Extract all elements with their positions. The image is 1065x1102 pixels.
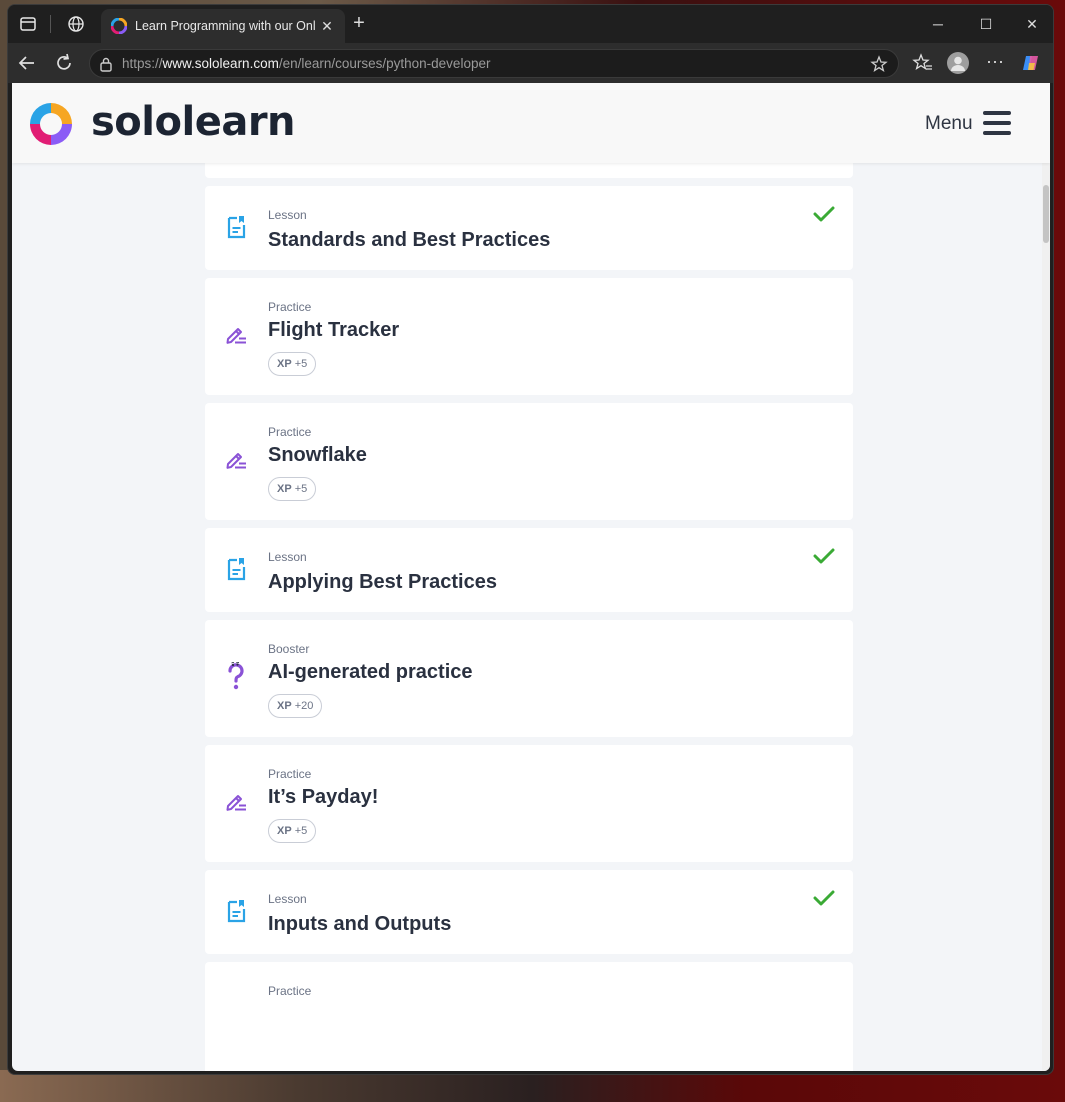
maximize-icon[interactable]: ☐	[976, 14, 996, 34]
xp-label: XP	[277, 358, 292, 370]
completed-check-icon	[813, 889, 835, 907]
menu-label: Menu	[925, 113, 973, 134]
sidebar-toggle-icon[interactable]	[18, 14, 38, 34]
item-title: Flight Tracker	[268, 319, 400, 341]
tab-title: Learn Programming with our Online	[135, 19, 315, 33]
browser-window: Learn Programming with our Online ✕ + ─ …	[7, 4, 1054, 1075]
lesson-document-icon	[223, 556, 249, 582]
menu-button[interactable]: Menu	[925, 109, 1015, 139]
course-item-list: PracticeAnd the Winner is ...XP+5LessonS…	[205, 83, 853, 1071]
course-item-card[interactable]: Lesson Inputs and Outputs	[205, 870, 853, 954]
lock-icon[interactable]	[99, 56, 113, 72]
course-item-card[interactable]: Booster AI-generated practice XP +20	[205, 620, 853, 737]
item-title: Inputs and Outputs	[268, 913, 452, 935]
xp-badge: XP +20	[268, 694, 323, 718]
item-type-label: Practice	[268, 300, 312, 314]
xp-value: +5	[294, 825, 308, 837]
address-bar[interactable]: https://www.sololearn.com/en/learn/cours…	[89, 49, 899, 78]
favorites-icon[interactable]	[912, 52, 934, 74]
booster-question-icon	[223, 661, 249, 690]
navigation-bar: https://www.sololearn.com/en/learn/cours…	[8, 43, 1053, 83]
xp-value: +20	[294, 700, 314, 712]
lesson-document-icon	[223, 214, 249, 240]
close-window-icon[interactable]: ✕	[1022, 14, 1042, 34]
course-item-card[interactable]: Lesson Standards and Best Practices	[205, 186, 853, 270]
favorite-star-icon[interactable]	[870, 55, 888, 73]
sololearn-logo-icon[interactable]	[26, 99, 76, 149]
course-item-card[interactable]: Practice Flight Tracker XP +5	[205, 278, 853, 395]
url-host: www.sololearn.com	[162, 56, 279, 71]
item-title: Snowflake	[268, 444, 367, 466]
item-title: AI-generated practice	[268, 661, 473, 683]
practice-pencil-icon	[223, 447, 249, 473]
practice-pencil-icon	[223, 322, 249, 348]
more-options-icon[interactable]: ···	[984, 52, 1006, 74]
xp-label: XP	[277, 825, 292, 837]
site-header: sololearn Menu	[12, 83, 1050, 163]
lesson-document-icon	[223, 898, 249, 924]
item-type-label: Lesson	[268, 550, 307, 564]
item-title: Applying Best Practices	[268, 571, 497, 593]
xp-label: XP	[277, 483, 292, 495]
course-item-card[interactable]: Lesson Applying Best Practices	[205, 528, 853, 612]
scrollbar-thumb[interactable]	[1043, 185, 1049, 243]
course-item-card[interactable]: Practice Snowflake XP +5	[205, 403, 853, 520]
minimize-icon[interactable]: ─	[928, 14, 948, 34]
logo-wordmark[interactable]: sololearn	[91, 99, 296, 145]
item-title: Standards and Best Practices	[268, 229, 551, 251]
course-item-card[interactable]: Practice	[205, 962, 853, 1071]
item-title: It’s Payday!	[268, 786, 379, 808]
title-bar: Learn Programming with our Online ✕ + ─ …	[8, 5, 1053, 43]
xp-value: +5	[294, 483, 308, 495]
copilot-icon[interactable]	[1020, 52, 1042, 74]
course-item-card[interactable]: Practice It’s Payday! XP +5	[205, 745, 853, 862]
item-type-label: Practice	[268, 425, 312, 439]
page-scrollbar[interactable]	[1042, 163, 1050, 1071]
tab-close-icon[interactable]: ✕	[319, 18, 335, 34]
item-type-label: Booster	[268, 642, 310, 656]
url-path: /en/learn/courses/python-developer	[278, 56, 491, 71]
back-arrow-icon[interactable]	[16, 52, 38, 74]
completed-check-icon	[813, 205, 835, 223]
globe-icon[interactable]	[66, 14, 86, 34]
page-viewport: PracticeAnd the Winner is ...XP+5LessonS…	[12, 83, 1050, 1071]
item-type-label: Practice	[268, 767, 312, 781]
xp-label: XP	[277, 700, 292, 712]
practice-pencil-icon	[223, 789, 249, 815]
refresh-icon[interactable]	[53, 52, 75, 74]
item-type-label: Practice	[268, 984, 312, 998]
new-tab-icon[interactable]: +	[349, 13, 369, 34]
hamburger-icon	[983, 111, 1013, 135]
completed-check-icon	[813, 547, 835, 565]
sololearn-favicon-icon	[110, 17, 128, 35]
url-prefix: https://	[122, 56, 163, 71]
url-text[interactable]: https://www.sololearn.com/en/learn/cours…	[122, 56, 490, 71]
active-tab[interactable]: Learn Programming with our Online ✕	[101, 9, 345, 43]
xp-badge: XP+5	[268, 477, 317, 501]
xp-badge: XP+5	[268, 352, 317, 376]
divider	[50, 15, 51, 33]
profile-avatar-icon[interactable]	[947, 52, 969, 74]
xp-value: +5	[294, 358, 308, 370]
item-type-label: Lesson	[268, 208, 307, 222]
item-type-label: Lesson	[268, 892, 307, 906]
xp-badge: XP+5	[268, 819, 317, 843]
